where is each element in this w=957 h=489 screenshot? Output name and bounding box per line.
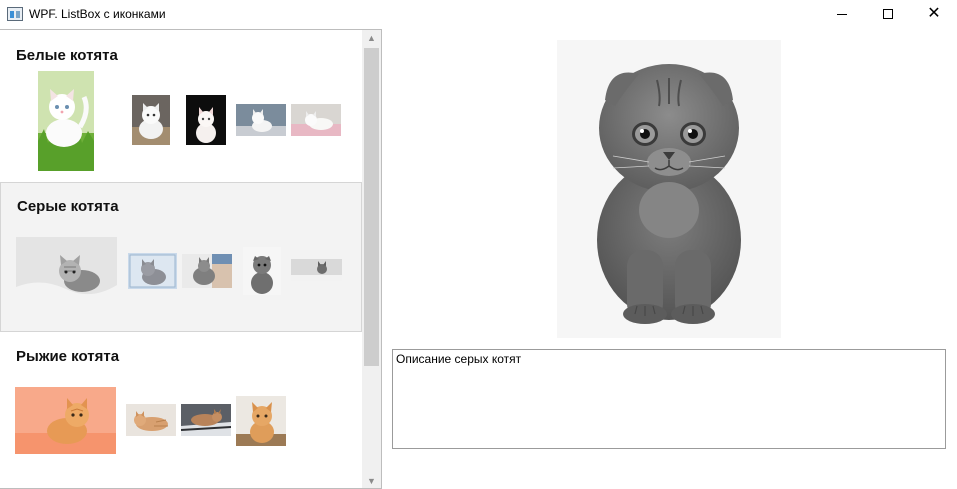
group-title: Белые котята xyxy=(16,47,118,64)
minimize-icon xyxy=(837,13,847,15)
kitten-photo xyxy=(243,247,281,295)
description-textbox[interactable]: Описание серых котят xyxy=(392,349,946,449)
description-text: Описание серых котят xyxy=(396,352,522,366)
chevron-down-icon: ▼ xyxy=(367,476,376,486)
maximize-button[interactable] xyxy=(865,0,911,29)
kitten-photo xyxy=(38,71,94,171)
app-icon[interactable] xyxy=(7,7,23,21)
close-icon: ✕ xyxy=(927,5,941,22)
group-title: Рыжие котята xyxy=(16,348,120,365)
chevron-up-icon: ▲ xyxy=(367,33,376,43)
kitten-photo xyxy=(16,237,117,304)
kitten-photo xyxy=(132,95,170,145)
kitten-photo xyxy=(126,404,176,436)
listbox-scrollbar[interactable]: ▲ ▼ xyxy=(362,30,381,488)
kitten-photo xyxy=(236,396,286,446)
kitten-photo xyxy=(236,104,286,136)
kitten-photo xyxy=(15,387,116,454)
kitten-photo xyxy=(181,404,231,436)
scroll-down-button[interactable]: ▼ xyxy=(362,473,381,488)
scroll-up-button[interactable]: ▲ xyxy=(362,30,381,47)
selected-kitten-preview xyxy=(557,40,781,338)
list-item-red-kittens[interactable]: Рыжие котята xyxy=(0,333,362,483)
kitten-photo xyxy=(128,253,177,289)
close-button[interactable]: ✕ xyxy=(911,0,957,29)
kitten-photo xyxy=(182,254,232,288)
group-title: Серые котята xyxy=(17,198,119,215)
kitten-photo xyxy=(291,259,342,281)
minimize-button[interactable] xyxy=(819,0,865,29)
kitten-photo xyxy=(186,95,226,145)
kitten-listbox[interactable]: Белые котята Серые котята Рыжие котята ▲… xyxy=(0,29,382,489)
title-bar[interactable]: WPF. ListBox с иконками ✕ xyxy=(0,0,957,29)
list-item-grey-kittens[interactable]: Серые котята xyxy=(0,182,362,332)
maximize-icon xyxy=(883,9,893,20)
scroll-thumb[interactable] xyxy=(364,48,379,366)
list-item-white-kittens[interactable]: Белые котята xyxy=(0,31,362,181)
kitten-photo xyxy=(291,104,341,136)
window-title: WPF. ListBox с иконками xyxy=(29,7,166,21)
